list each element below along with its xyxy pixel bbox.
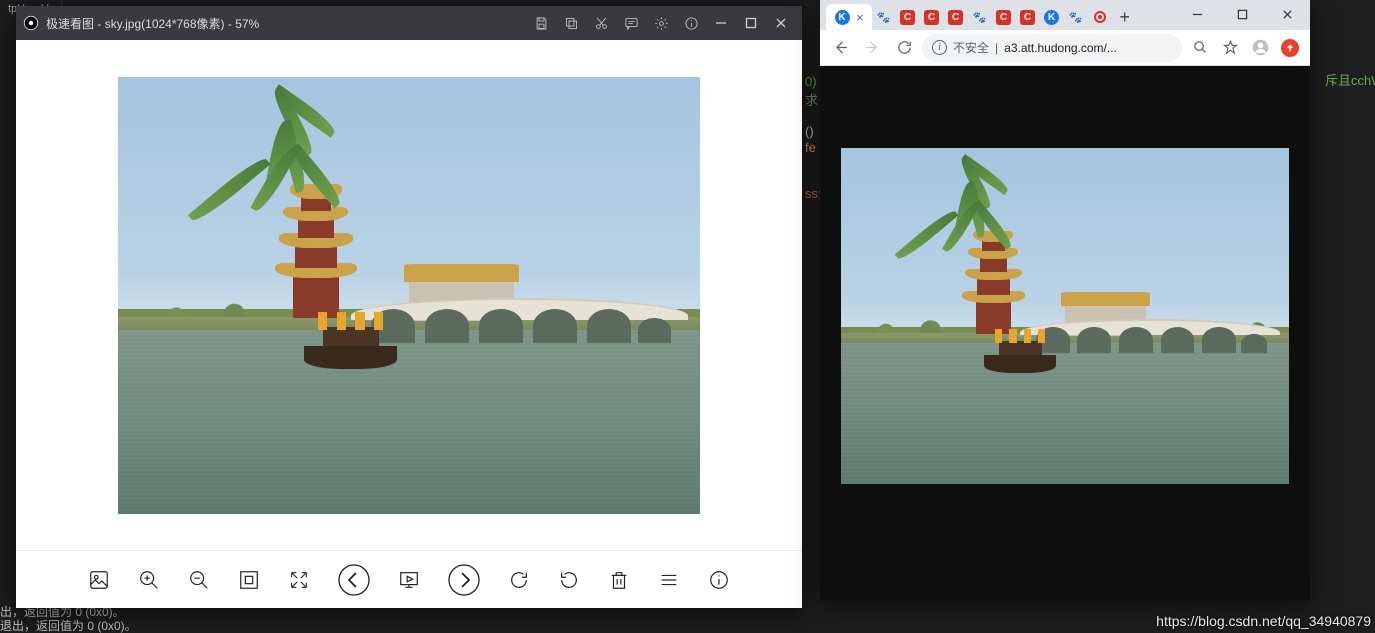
cut-icon[interactable]	[586, 6, 616, 40]
expand-icon[interactable]	[285, 566, 313, 594]
info-icon[interactable]	[676, 6, 706, 40]
update-badge-icon[interactable]	[1276, 34, 1304, 62]
favicon-paw-icon: 🐾	[876, 9, 892, 25]
nav-back-button[interactable]	[826, 34, 854, 62]
browser-tab[interactable]: 🐾	[872, 4, 896, 30]
favicon-c-icon: C	[924, 9, 940, 25]
toolbar-info-icon[interactable]	[705, 566, 733, 594]
browser-window: K × 🐾 C C C 🐾 C C K 🐾 + i 不安全 | a3	[820, 0, 1310, 600]
close-button[interactable]	[766, 6, 796, 40]
nav-forward-button[interactable]	[858, 34, 886, 62]
url-text: a3.att.hudong.com/...	[1004, 41, 1117, 55]
browser-tab[interactable]: C	[944, 4, 968, 30]
slideshow-icon[interactable]	[395, 566, 423, 594]
favicon-c-icon: C	[1020, 9, 1036, 25]
settings-icon[interactable]	[646, 6, 676, 40]
browser-tab[interactable]: C	[896, 4, 920, 30]
viewer-image	[118, 77, 700, 514]
new-tab-button[interactable]: +	[1112, 4, 1138, 30]
comment-icon[interactable]	[616, 6, 646, 40]
zoom-in-icon[interactable]	[135, 566, 163, 594]
browser-viewport[interactable]	[820, 66, 1310, 600]
favicon-c-icon: C	[900, 9, 916, 25]
browser-tab[interactable]: 🐾	[968, 4, 992, 30]
ide-console-output: 出，返回值为 0 (0x0)。 退出，返回值为 0 (0x0)。	[0, 605, 137, 633]
browser-maximize-button[interactable]	[1220, 0, 1265, 28]
browser-tab[interactable]: C	[1016, 4, 1040, 30]
nav-reload-button[interactable]	[890, 34, 918, 62]
zoom-indicator-icon[interactable]	[1186, 34, 1214, 62]
browser-tab[interactable]: 🐾	[1064, 4, 1088, 30]
fit-icon[interactable]	[235, 566, 263, 594]
security-label: 不安全	[953, 39, 989, 56]
viewer-titlebar[interactable]: 极速看图 - sky.jpg(1024*768像素) - 57%	[16, 6, 802, 40]
image-viewer-window: 极速看图 - sky.jpg(1024*768像素) - 57%	[16, 6, 802, 608]
rotate-cw-icon[interactable]	[505, 566, 533, 594]
browser-address-bar: i 不安全 | a3.att.hudong.com/...	[820, 30, 1310, 66]
browser-tab[interactable]	[1088, 4, 1112, 30]
site-info-icon[interactable]: i	[932, 40, 947, 55]
browser-image	[841, 148, 1289, 484]
favicon-k-icon: K	[834, 9, 850, 25]
zoom-out-icon[interactable]	[185, 566, 213, 594]
favicon-record-icon	[1092, 9, 1108, 25]
favicon-k-icon: K	[1044, 9, 1060, 25]
browser-tab[interactable]: K	[1040, 4, 1064, 30]
favicon-c-icon: C	[948, 9, 964, 25]
viewer-canvas[interactable]	[16, 40, 802, 550]
viewer-toolbar	[16, 550, 802, 608]
address-input[interactable]: i 不安全 | a3.att.hudong.com/...	[922, 34, 1182, 62]
watermark-text: https://blog.csdn.net/qq_34940879	[1156, 613, 1371, 629]
browser-tab-active[interactable]: K ×	[826, 4, 872, 30]
tab-close-icon[interactable]: ×	[856, 10, 864, 25]
bookmark-star-icon[interactable]	[1216, 34, 1244, 62]
copy-icon[interactable]	[556, 6, 586, 40]
menu-icon[interactable]	[655, 566, 683, 594]
favicon-c-icon: C	[996, 9, 1012, 25]
rotate-ccw-icon[interactable]	[555, 566, 583, 594]
gallery-icon[interactable]	[85, 566, 113, 594]
maximize-button[interactable]	[736, 6, 766, 40]
profile-avatar-icon[interactable]	[1246, 34, 1274, 62]
browser-minimize-button[interactable]	[1175, 0, 1220, 28]
browser-close-button[interactable]	[1265, 0, 1310, 28]
favicon-paw-icon: 🐾	[1068, 9, 1084, 25]
browser-tab[interactable]: C	[920, 4, 944, 30]
next-button[interactable]	[445, 561, 483, 599]
viewer-title: 极速看图 - sky.jpg(1024*768像素) - 57%	[46, 15, 259, 32]
favicon-paw-icon: 🐾	[972, 9, 988, 25]
delete-icon[interactable]	[605, 566, 633, 594]
viewer-app-icon	[22, 14, 40, 32]
browser-tab[interactable]: C	[992, 4, 1016, 30]
save-icon[interactable]	[526, 6, 556, 40]
prev-button[interactable]	[335, 561, 373, 599]
minimize-button[interactable]	[706, 6, 736, 40]
